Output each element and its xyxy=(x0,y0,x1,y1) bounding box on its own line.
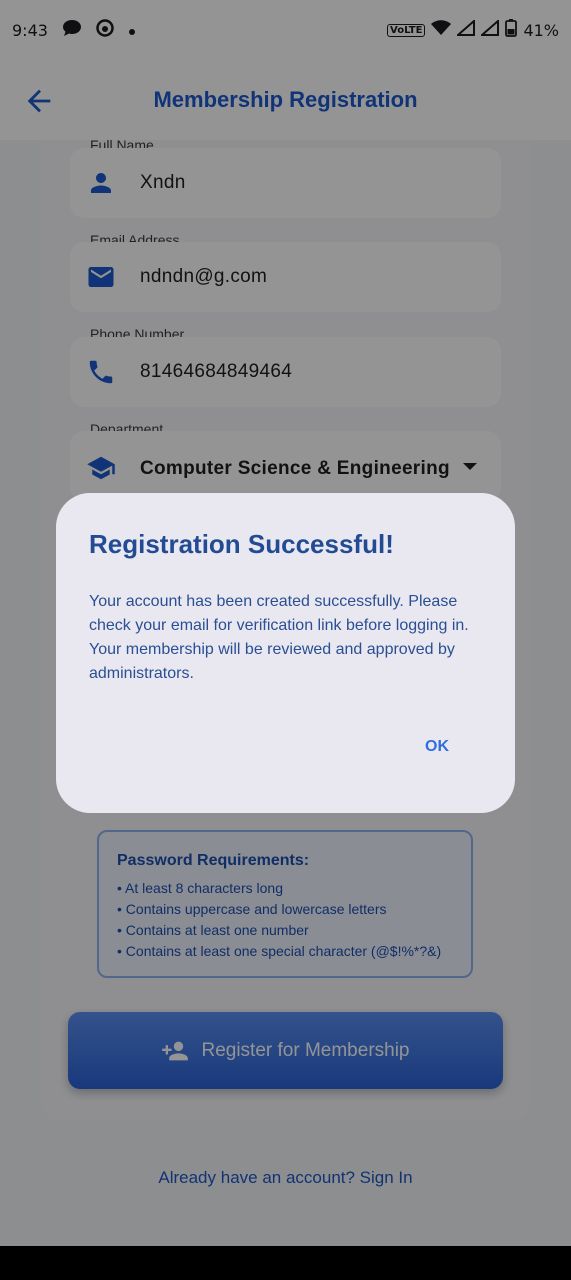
dialog-message: Your account has been created successful… xyxy=(89,593,469,682)
system-nav-bar xyxy=(0,1246,571,1280)
ok-button[interactable]: OK xyxy=(425,738,449,756)
dialog-title: Registration Successful! xyxy=(89,529,394,559)
success-dialog: Registration Successful! Your account ha… xyxy=(56,493,515,813)
